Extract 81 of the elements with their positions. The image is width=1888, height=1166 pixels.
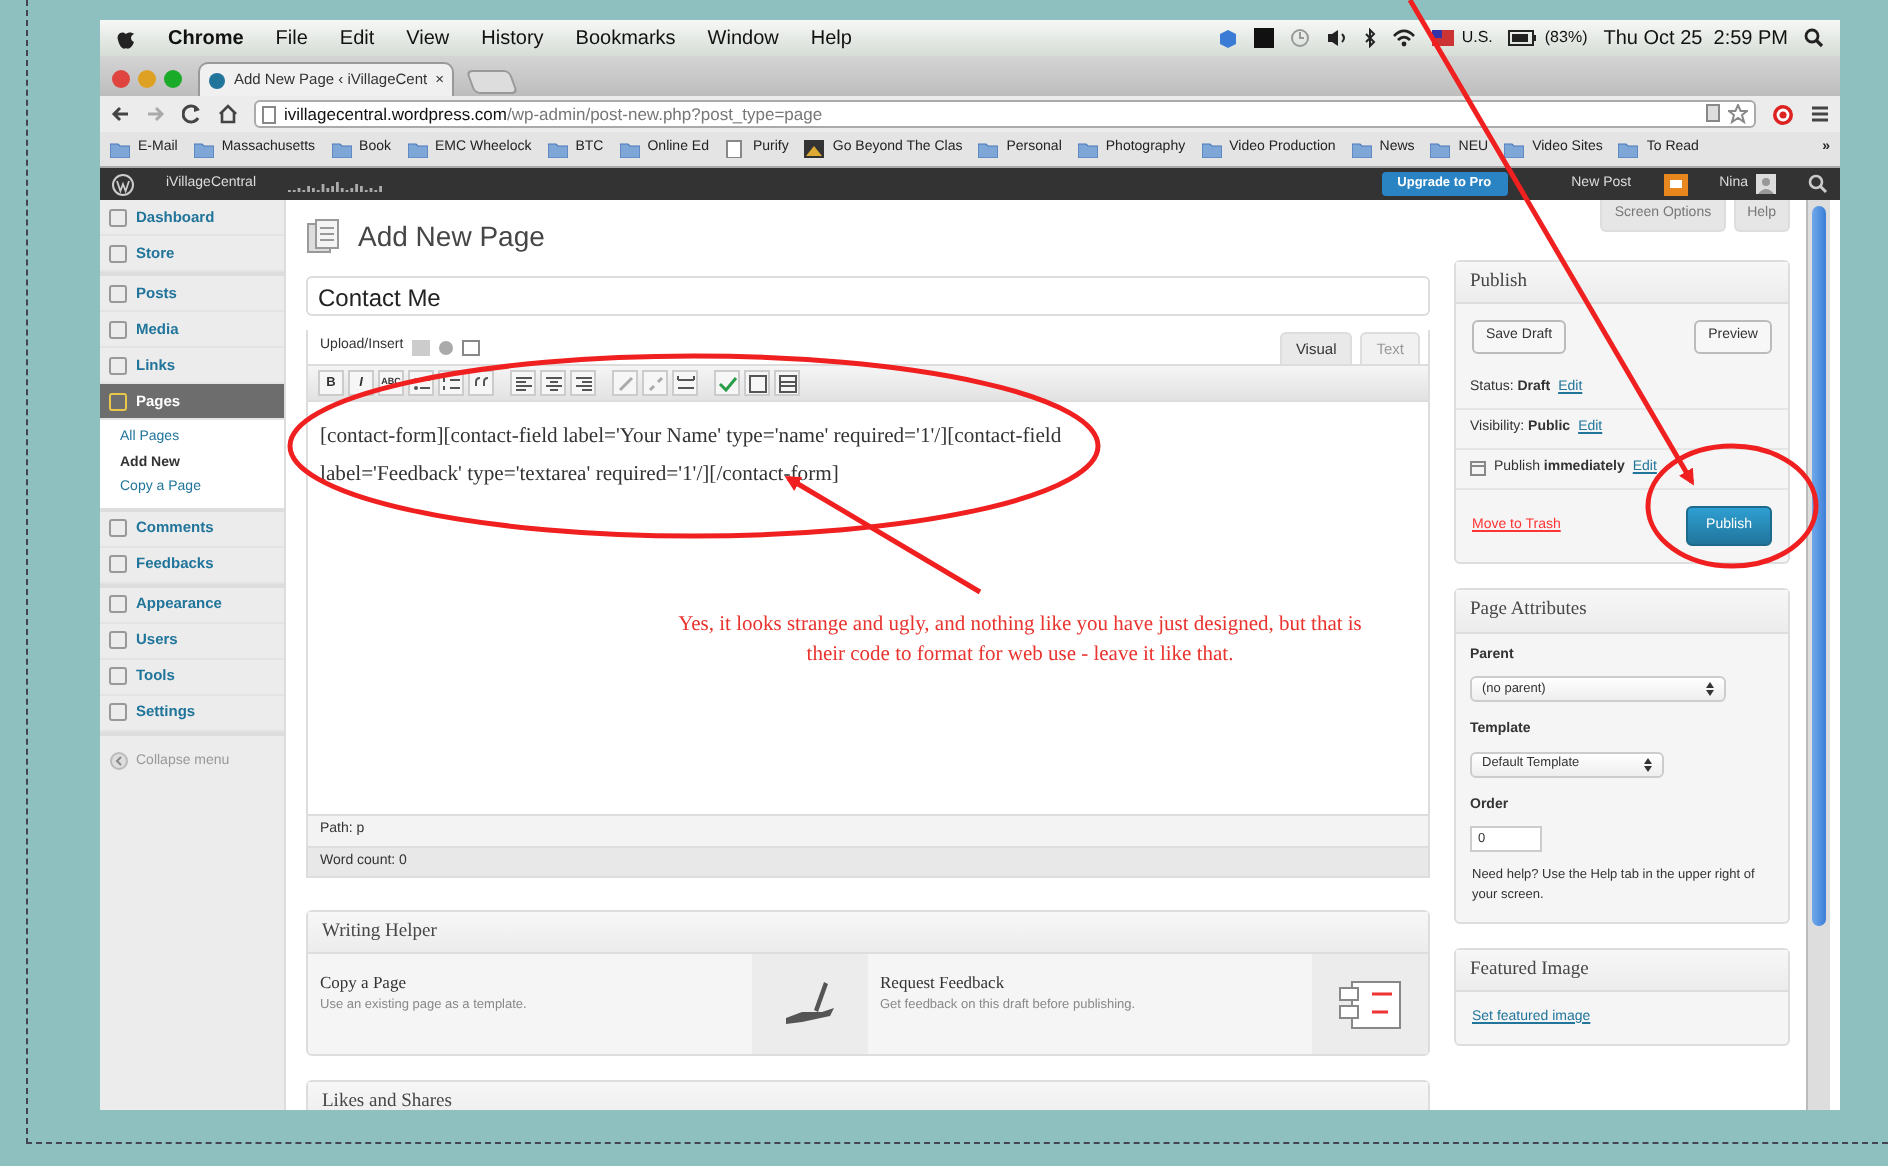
- folder-icon: [619, 140, 640, 158]
- clock[interactable]: Thu Oct 25 2:59 PM: [1603, 23, 1788, 53]
- folder-icon: [1077, 140, 1098, 158]
- url-text: ivillagecentral.wordpress.com/wp-admin/post-new.php?post_type=page: [284, 101, 823, 127]
- spellcheck-icon: [717, 373, 737, 393]
- form-icon[interactable]: [461, 340, 480, 356]
- apple-icon: [116, 27, 136, 49]
- bluetooth-icon[interactable]: [1363, 28, 1376, 48]
- menu-item[interactable]: Window: [707, 23, 779, 53]
- page-icon: [262, 105, 276, 123]
- numbered-list-icon: [441, 373, 461, 393]
- panel-title: Likes and Shares: [308, 1082, 1428, 1110]
- toolbar-button[interactable]: [570, 370, 596, 396]
- folder-icon: [978, 140, 999, 158]
- unlink-icon: [645, 373, 665, 393]
- toolbar-button[interactable]: [510, 370, 536, 396]
- wordpress-logo-icon[interactable]: [112, 173, 134, 195]
- menu-item[interactable]: View: [406, 23, 450, 53]
- updown-icon: [1706, 682, 1714, 696]
- folder-icon: [1618, 140, 1639, 158]
- panel-title: Publish: [1456, 262, 1788, 305]
- toolbar-button[interactable]: [744, 370, 770, 396]
- page-icon: [724, 140, 745, 158]
- align-center-icon: [543, 373, 563, 393]
- battery-percent: (83%): [1544, 26, 1588, 50]
- menu-item[interactable]: Edit: [339, 23, 375, 53]
- picture-icon: [804, 140, 825, 158]
- menu-item[interactable]: Help: [810, 23, 852, 53]
- folder-icon: [110, 140, 130, 158]
- pages-icon: [306, 218, 342, 254]
- folder-icon: [1504, 140, 1525, 158]
- calendar-icon: [1470, 460, 1486, 477]
- folder-icon: [407, 140, 427, 158]
- panel-title: Writing Helper: [308, 912, 1428, 955]
- menu-item[interactable]: Bookmarks: [575, 23, 676, 53]
- fullscreen-icon: [747, 373, 767, 393]
- menu-item[interactable]: File: [275, 23, 308, 53]
- updown-icon: [1644, 757, 1652, 771]
- folder-icon: [193, 140, 214, 158]
- folder-icon: [547, 140, 568, 158]
- menu-item[interactable]: History: [481, 23, 544, 53]
- folder-icon: [331, 140, 352, 158]
- toolbar-button[interactable]: [540, 370, 566, 396]
- stop-sign-icon[interactable]: [1772, 103, 1794, 125]
- home-icon[interactable]: [218, 104, 238, 124]
- folder-icon: [1201, 140, 1222, 158]
- align-left-icon: [513, 373, 533, 393]
- link-icon: [615, 373, 635, 393]
- input-source[interactable]: U.S.: [1461, 26, 1493, 50]
- document-icon: [1336, 978, 1404, 1031]
- folder-icon: [1351, 140, 1372, 158]
- toolbar-button[interactable]: [672, 370, 698, 396]
- helper-title[interactable]: Copy a Page: [320, 970, 740, 996]
- helper-title[interactable]: Request Feedback: [880, 970, 1300, 996]
- star-icon[interactable]: [1728, 104, 1748, 124]
- page-heading: Add New Page: [358, 219, 545, 253]
- toolbar-button[interactable]: [714, 370, 740, 396]
- back-icon[interactable]: [110, 104, 130, 124]
- sparkline-drawing: [288, 176, 385, 192]
- search-icon[interactable]: [1808, 174, 1828, 194]
- folder-icon: [1430, 140, 1451, 158]
- address-bar[interactable]: ivillagecentral.wordpress.com/wp-admin/post-new.php?post_type=page: [254, 100, 1756, 128]
- reload-icon[interactable]: [182, 104, 202, 124]
- panel-title: Featured Image: [1456, 949, 1788, 992]
- annotation-text: Yes, it looks strange and ugly, and nothing like you have just designed, but that is their code to format for web use - leave it like that.: [676, 612, 1364, 671]
- document-icon[interactable]: [1706, 104, 1720, 122]
- kitchen-sink-icon: [777, 373, 797, 393]
- battery-icon[interactable]: [1508, 30, 1537, 46]
- align-right-icon: [573, 373, 593, 393]
- scrollbar[interactable]: [1806, 200, 1830, 1110]
- collapse-icon: [110, 752, 128, 771]
- app-menu[interactable]: Chrome: [168, 23, 244, 53]
- volume-icon[interactable]: [1325, 28, 1348, 48]
- panel-title: Page Attributes: [1456, 590, 1788, 633]
- toolbar-button[interactable]: [774, 370, 800, 396]
- comment-icon[interactable]: [1663, 173, 1688, 195]
- search-icon[interactable]: [1804, 28, 1824, 48]
- wifi-icon[interactable]: [1391, 28, 1416, 48]
- square-icon[interactable]: [1253, 28, 1274, 48]
- title-input[interactable]: Contact Me: [306, 276, 1430, 316]
- menu-icon[interactable]: [1810, 104, 1830, 124]
